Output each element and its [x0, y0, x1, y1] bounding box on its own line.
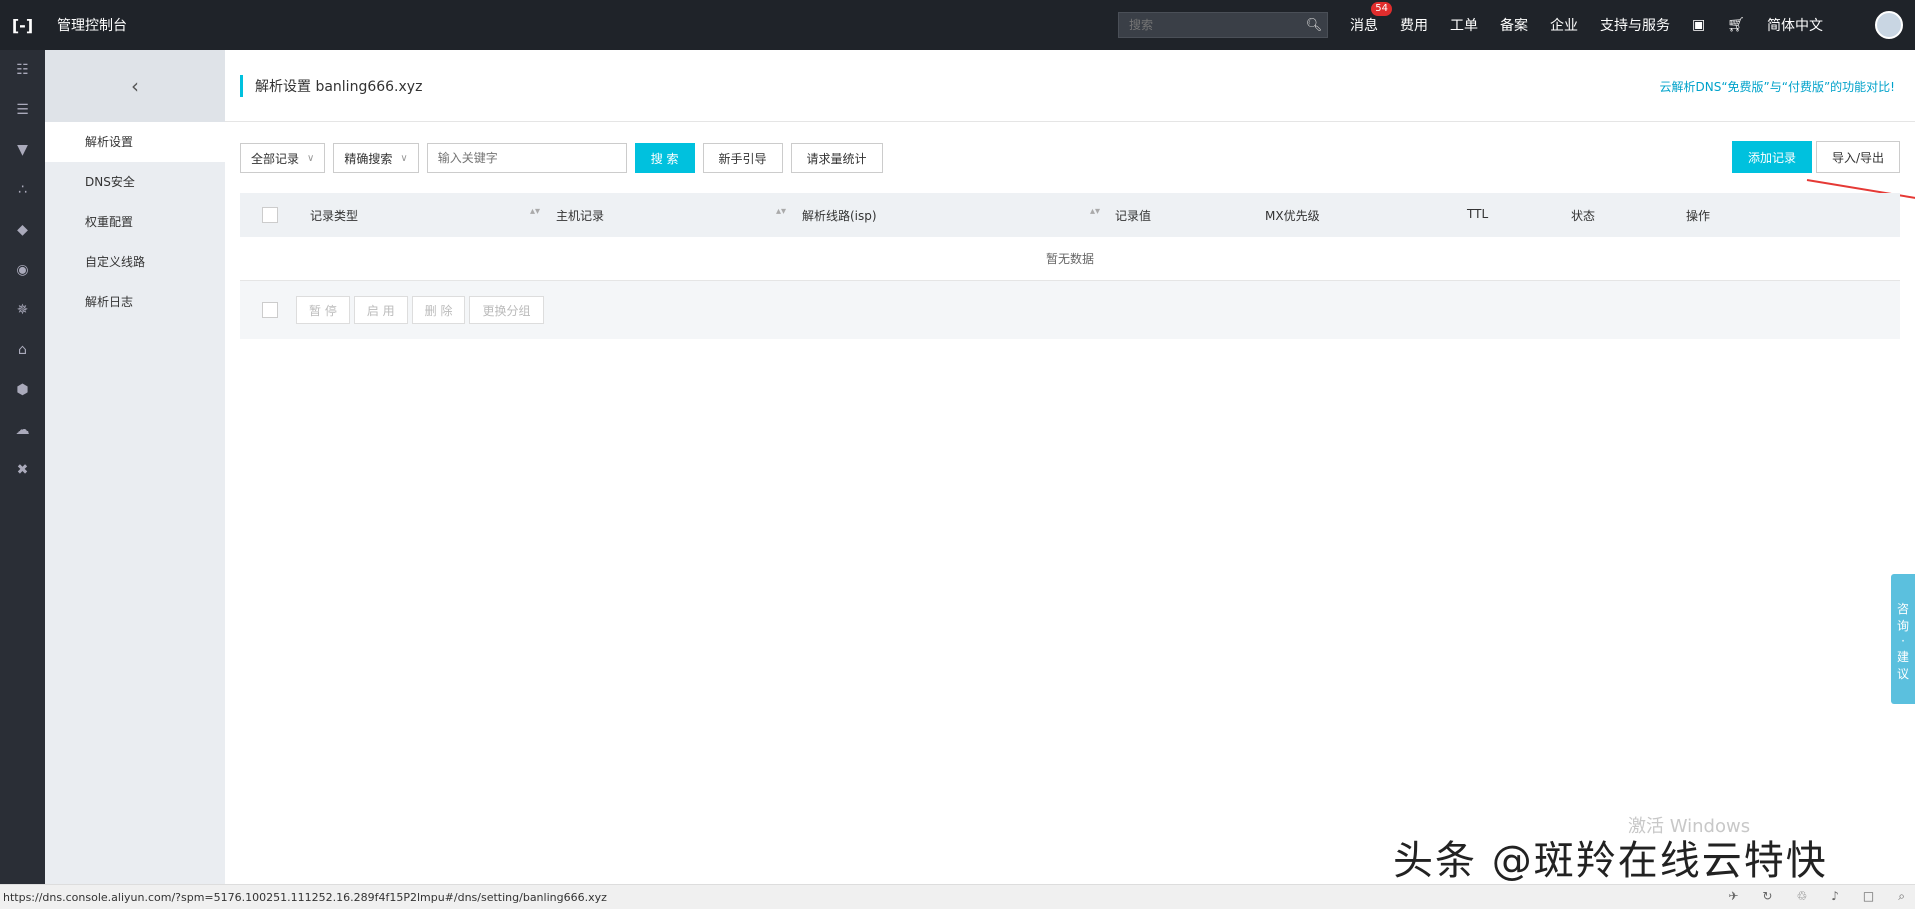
select-all-checkbox[interactable] [262, 207, 278, 223]
cloud-icon[interactable]: ☁ [0, 410, 45, 450]
shield-icon[interactable]: ⬢ [0, 370, 45, 410]
search-mode-select[interactable]: 精确搜索 ∨ [333, 143, 419, 173]
batch-actions: 暂 停 启 用 删 除 更换分组 [240, 281, 1900, 339]
sidebar-item-weight-config[interactable]: 权重配置 [45, 202, 225, 242]
feedback-char: · [1901, 634, 1905, 648]
feedback-char: 咨 [1896, 602, 1909, 616]
col-record-type[interactable]: 记录类型 [310, 207, 358, 224]
nav-messages-label: 消息 [1350, 18, 1378, 34]
col-mx-priority: MX优先级 [1265, 209, 1320, 223]
top-nav: 消息 54 费用 工单 备案 企业 支持与服务 ▣ 🛒︎ 简体中文 [1350, 0, 1845, 50]
col-ttl: TTL [1467, 207, 1489, 221]
back-chevron-icon[interactable]: ‹ [45, 50, 225, 122]
page-title: 解析设置 banling666.xyz [255, 78, 423, 95]
add-record-button[interactable]: 添加记录 [1731, 141, 1812, 173]
feedback-char: 议 [1896, 667, 1909, 681]
record-actions: 添加记录 导入/导出 [1728, 141, 1900, 173]
sidebar-item-dns-security[interactable]: DNS安全 [45, 162, 225, 202]
aliyun-logo-icon[interactable]: [-] [0, 0, 45, 50]
chevron-down-icon: ∨ [400, 152, 408, 164]
feedback-char: 询 [1896, 619, 1909, 633]
sidebar-item-custom-lines[interactable]: 自定义线路 [45, 242, 225, 282]
import-export-button[interactable]: 导入/导出 [1815, 141, 1900, 173]
enable-button[interactable]: 启 用 [353, 296, 408, 324]
refresh-icon[interactable]: ↻ [1762, 889, 1772, 904]
grid-menu-icon[interactable]: ☷ [0, 50, 45, 90]
delete-button[interactable]: 删 除 [411, 296, 466, 324]
main-content: 解析设置 banling666.xyz 云解析DNS“免费版”与“付费版”的功能… [225, 50, 1915, 884]
col-isp-line[interactable]: 解析线路(isp) [802, 207, 877, 224]
status-url: https://dns.console.aliyun.com/?spm=5176… [3, 890, 607, 904]
layers-icon[interactable]: ◆ [0, 210, 45, 250]
browser-status-bar: https://dns.console.aliyun.com/?spm=5176… [0, 884, 1915, 909]
page-header: 解析设置 banling666.xyz 云解析DNS“免费版”与“付费版”的功能… [225, 50, 1915, 122]
top-search-input[interactable] [1119, 18, 1301, 32]
top-bar: [-] 管理控制台 🔍︎ 消息 54 费用 工单 备案 企业 支持与服务 ▣ 🛒… [0, 0, 1915, 50]
feedback-char: 建 [1896, 650, 1909, 664]
product-rail: ☷ ☰ ▼ ∴ ◆ ◉ ✵ ⌂ ⬢ ☁ ✖ [0, 50, 45, 884]
version-compare-link[interactable]: 云解析DNS“免费版”与“付费版”的功能对比! [1659, 78, 1895, 95]
sort-icon[interactable]: ▴▾ [776, 206, 786, 217]
console-title[interactable]: 管理控制台 [57, 15, 127, 35]
request-stats-button[interactable]: 请求量统计 [790, 143, 883, 173]
cluster-icon[interactable]: ∴ [0, 170, 45, 210]
col-actions: 操作 [1686, 209, 1711, 223]
batch-select-checkbox[interactable] [262, 302, 278, 318]
bank-icon[interactable]: ⌂ [0, 330, 45, 370]
cart-icon[interactable]: 🛒︎ [1727, 17, 1745, 33]
zoom-icon[interactable]: □ [1863, 889, 1874, 904]
record-toolbar: 全部记录 ∨ 精确搜索 ∨ 搜 索 新手引导 请求量统计 [240, 141, 891, 175]
dns-sidebar: ‹ 解析设置 DNS安全 权重配置 自定义线路 解析日志 [45, 50, 225, 884]
col-host-record[interactable]: 主机记录 [556, 207, 604, 224]
col-record-value: 记录值 [1115, 209, 1152, 223]
feedback-tab[interactable]: 咨 询 · 建 议 [1891, 574, 1915, 704]
trash-icon[interactable]: ♲ [1796, 889, 1807, 904]
brand-watermark: 头条 @斑羚在线云特快 [1393, 838, 1828, 884]
nav-messages[interactable]: 消息 54 [1350, 2, 1392, 35]
title-accent-bar [240, 74, 243, 97]
sidebar-item-dns-logs[interactable]: 解析日志 [45, 282, 225, 322]
record-filter-select[interactable]: 全部记录 ∨ [240, 143, 326, 173]
guide-button[interactable]: 新手引导 [702, 143, 783, 173]
col-status: 状态 [1571, 209, 1596, 223]
search-button[interactable]: 搜 索 [634, 143, 695, 173]
empty-state: 暂无数据 [240, 237, 1900, 281]
search-mode-value: 精确搜索 [344, 151, 393, 166]
sidebar-item-dns-settings[interactable]: 解析设置 [45, 122, 225, 162]
nav-language[interactable]: 简体中文 [1767, 15, 1823, 35]
table-header: 记录类型 ▴▾ 主机记录 ▴▾ 解析线路(isp) ▴▾ 记录值 MX优先级 T… [240, 193, 1900, 237]
nav-enterprise[interactable]: 企业 [1550, 15, 1578, 35]
chevron-down-icon: ∨ [307, 152, 315, 164]
server-icon[interactable]: ☰ [0, 90, 45, 130]
nav-support[interactable]: 支持与服务 [1600, 15, 1670, 35]
search-icon[interactable]: 🔍︎ [1301, 18, 1327, 33]
message-count-badge: 54 [1371, 2, 1392, 16]
top-search-box[interactable]: 🔍︎ [1118, 12, 1328, 38]
change-group-button[interactable]: 更换分组 [469, 296, 544, 324]
eye-icon[interactable]: ◉ [0, 250, 45, 290]
tools-icon[interactable]: ✖ [0, 450, 45, 490]
status-icons: ✈ ↻ ♲ ♪ □ ⌕ [1704, 889, 1905, 904]
nav-tickets[interactable]: 工单 [1450, 15, 1478, 35]
avatar[interactable] [1875, 11, 1903, 39]
rocket-icon[interactable]: ✈ [1728, 889, 1738, 904]
nav-icp[interactable]: 备案 [1500, 15, 1528, 35]
record-filter-value: 全部记录 [251, 151, 300, 166]
magnifier-icon[interactable]: ⌕ [1898, 889, 1905, 904]
sort-icon[interactable]: ▴▾ [530, 206, 540, 217]
records-table: 记录类型 ▴▾ 主机记录 ▴▾ 解析线路(isp) ▴▾ 记录值 MX优先级 T… [240, 193, 1900, 339]
sort-icon[interactable]: ▴▾ [1090, 206, 1100, 217]
message-box-icon[interactable]: ▣ [1692, 17, 1705, 33]
nav-billing[interactable]: 费用 [1400, 15, 1428, 35]
pause-button[interactable]: 暂 停 [296, 296, 350, 324]
volume-icon[interactable]: ♪ [1831, 889, 1839, 904]
keyword-input[interactable] [426, 143, 627, 173]
database-icon[interactable]: ▼ [0, 130, 45, 170]
network-icon[interactable]: ✵ [0, 290, 45, 330]
